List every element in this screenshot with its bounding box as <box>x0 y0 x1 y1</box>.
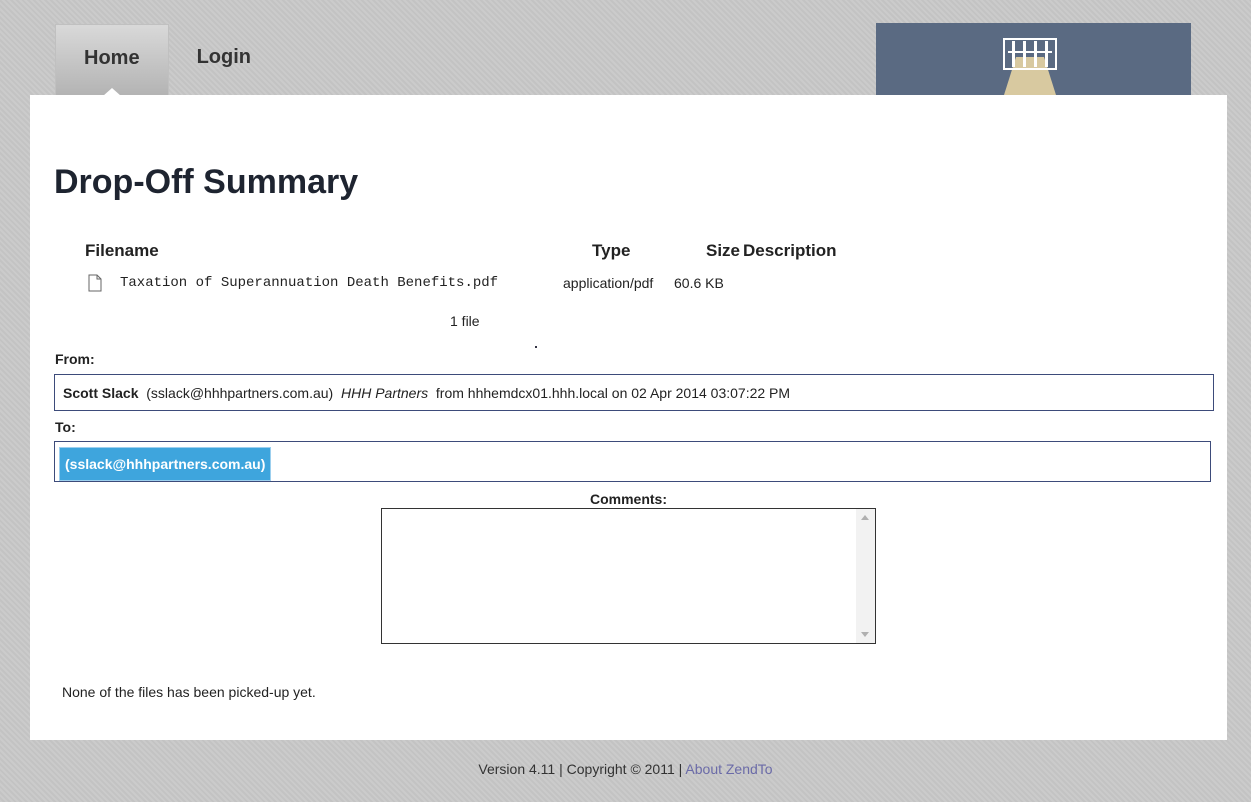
sender-name: Scott Slack <box>63 385 139 401</box>
tab-home[interactable]: Home <box>55 24 169 96</box>
dot <box>535 346 537 348</box>
comments-scrollbar[interactable] <box>856 509 875 643</box>
pickup-status: None of the files has been picked-up yet… <box>62 684 316 700</box>
main-nav: Home Login <box>55 24 279 96</box>
scroll-down-icon[interactable] <box>861 632 869 637</box>
sender-email: (sslack@hhhpartners.com.au) <box>146 385 334 401</box>
col-size-header: Size <box>706 241 741 260</box>
sender-org: HHH Partners <box>341 385 429 401</box>
footer-text: Version 4.11 | Copyright © 2011 | <box>478 761 686 777</box>
comments-label: Comments: <box>589 491 667 507</box>
from-label: From: <box>55 351 95 367</box>
comments-field[interactable] <box>381 508 876 644</box>
file-type: application/pdf <box>563 275 654 291</box>
page-title: Drop-Off Summary <box>54 163 359 201</box>
from-box: Scott Slack (sslack@hhhpartners.com.au) … <box>54 374 1214 411</box>
file-size: 60.6 KB <box>674 275 724 291</box>
file-count: 1 file <box>450 313 480 329</box>
tab-login-label: Login <box>196 46 252 68</box>
logo-icon <box>1003 38 1057 95</box>
tab-login[interactable]: Login <box>169 24 279 96</box>
sender-details: from hhhemdcx01.hhh.local on 02 Apr 2014… <box>435 385 791 401</box>
document-icon <box>88 274 102 292</box>
col-type-header: Type <box>592 241 631 260</box>
col-description-header: Description <box>743 241 837 260</box>
tab-home-label: Home <box>84 47 140 69</box>
content-panel: Drop-Off Summary Filename Type Size Desc… <box>30 95 1227 740</box>
to-box: (sslack@hhhpartners.com.au) <box>54 441 1211 482</box>
to-label: To: <box>55 419 76 435</box>
file-name-link[interactable]: Taxation of Superannuation Death Benefit… <box>120 275 498 291</box>
logo-banner <box>876 23 1191 95</box>
about-link[interactable]: About ZendTo <box>685 761 772 777</box>
recipient-chip[interactable]: (sslack@hhhpartners.com.au) <box>59 447 272 481</box>
col-filename-header: Filename <box>85 241 159 260</box>
scroll-up-icon[interactable] <box>861 515 869 520</box>
footer: Version 4.11 | Copyright © 2011 | About … <box>0 761 1251 777</box>
